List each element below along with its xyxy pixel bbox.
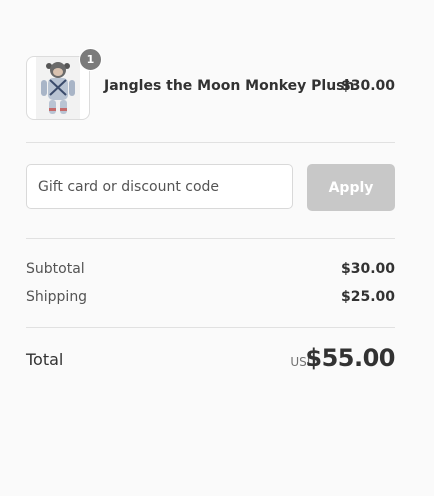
product-name: Jangles the Moon Monkey Plush xyxy=(104,78,355,94)
subtotal-label: Subtotal xyxy=(26,261,85,277)
product-price: $30.00 xyxy=(340,78,395,94)
product-thumbnail: 1 xyxy=(26,48,102,120)
divider xyxy=(26,327,395,328)
shipping-label: Shipping xyxy=(26,289,88,305)
subtotal-value: $30.00 xyxy=(340,261,395,277)
shipping-value: $25.00 xyxy=(340,289,395,305)
total-label: Total xyxy=(26,350,64,369)
divider xyxy=(26,142,395,143)
apply-button[interactable]: Apply xyxy=(307,164,395,211)
divider xyxy=(26,238,395,239)
quantity-badge: 1 xyxy=(79,48,102,71)
product-line-item: 1 Jangles the Moon Monkey Plush $30.00 xyxy=(26,48,395,120)
total-value: $55.00 xyxy=(305,344,395,372)
discount-code-input[interactable] xyxy=(26,164,293,209)
order-summary: 1 Jangles the Moon Monkey Plush $30.00 A… xyxy=(0,0,434,496)
monkey-plush-image xyxy=(36,57,80,119)
